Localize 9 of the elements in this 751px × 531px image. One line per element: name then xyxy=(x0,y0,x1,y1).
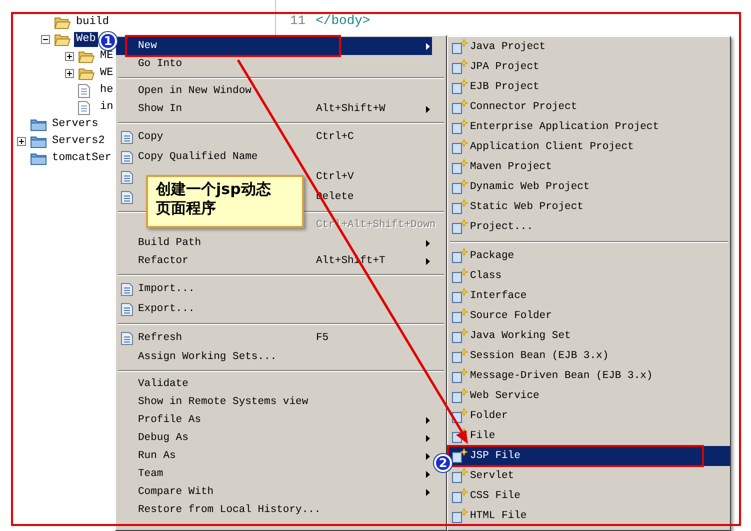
line-number: 11 xyxy=(290,13,306,28)
step-badge: 1 xyxy=(99,32,117,50)
keyboard-shortcut: Ctrl+C xyxy=(316,131,354,143)
keyboard-shortcut: Ctrl+V xyxy=(316,171,354,183)
code-line: </body> xyxy=(316,13,370,28)
step-badge: 2 xyxy=(434,454,452,472)
callout-text: 创建一个jsp动态页面程序 xyxy=(156,180,272,218)
keyboard-shortcut: F5 xyxy=(316,332,329,344)
keyboard-shortcut: Alt+Shift+W xyxy=(316,103,386,115)
